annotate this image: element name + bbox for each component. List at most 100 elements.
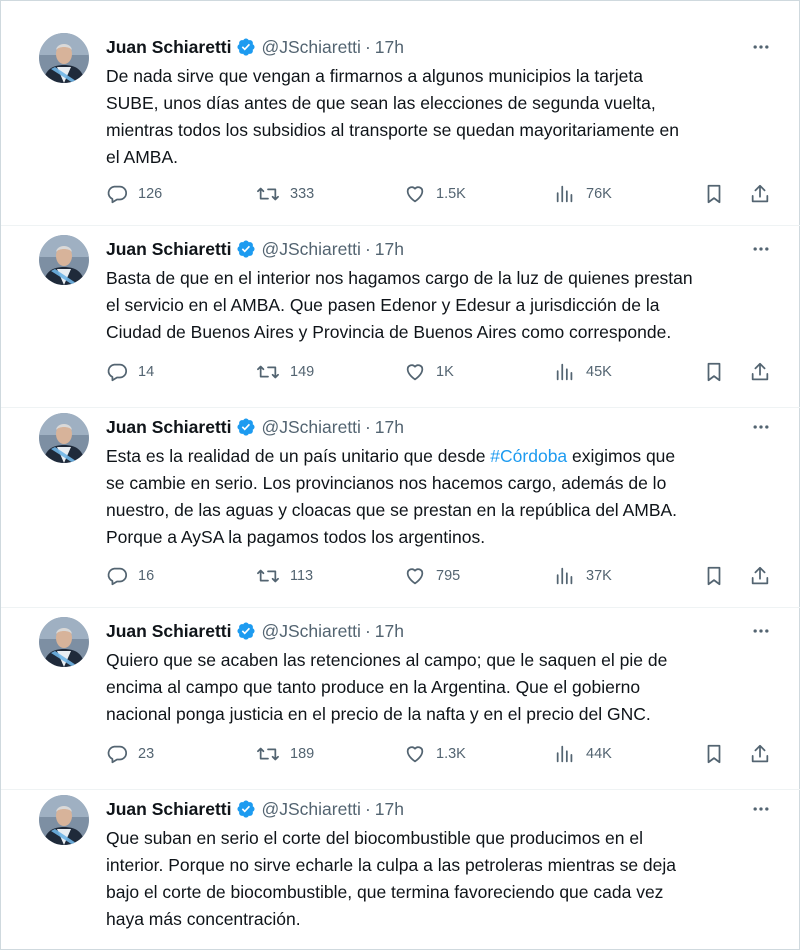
tweet[interactable]: Juan Schiaretti @JSchiaretti · 17h Basta… [1,227,800,408]
action-bar: 14 149 1K 45K [1,357,800,387]
bookmark-icon [703,183,725,205]
avatar[interactable] [39,413,89,463]
like-icon [404,183,426,205]
more-options-icon[interactable] [749,237,773,261]
more-options-icon[interactable] [749,415,773,439]
views-button[interactable]: 37K [554,561,612,591]
separator-dot: · [364,798,371,819]
like-count: 795 [436,568,461,584]
text-line: el AMBA. [106,147,178,167]
separator-dot: · [364,36,371,57]
timestamp[interactable]: 17h [375,239,404,260]
author-handle[interactable]: @JSchiaretti [261,37,360,58]
timestamp[interactable]: 17h [375,37,404,58]
like-button[interactable]: 1.3K [404,739,466,769]
avatar[interactable] [39,795,89,845]
like-button[interactable]: 1.5K [404,179,466,209]
bookmark-button[interactable] [703,561,725,591]
reply-count: 14 [138,364,155,380]
text-line: Quiero que se acaben las retenciones al … [106,650,668,670]
bookmark-icon [703,565,725,587]
avatar[interactable] [39,235,89,285]
like-button[interactable]: 1K [404,357,454,387]
retweet-button[interactable]: 189 [256,739,314,769]
more-options-icon[interactable] [749,35,773,59]
views-button[interactable]: 44K [554,739,612,769]
bookmark-button[interactable] [703,179,725,209]
reply-icon [106,361,128,383]
retweet-count: 333 [290,186,315,202]
like-icon [404,565,426,587]
author-name[interactable]: Juan Schiaretti [106,799,231,820]
author-handle[interactable]: @JSchiaretti [261,621,360,642]
author-handle[interactable]: @JSchiaretti [261,417,360,438]
views-count: 76K [586,186,612,202]
text-line: SUBE, unos días antes de que sean las el… [106,93,656,113]
author-name[interactable]: Juan Schiaretti [106,37,231,58]
retweet-button[interactable]: 149 [256,357,314,387]
separator-dot: · [364,238,371,259]
timestamp[interactable]: 17h [375,621,404,642]
author-handle[interactable]: @JSchiaretti [261,239,360,260]
timeline: Juan Schiaretti @JSchiaretti · 17h De na… [0,0,800,950]
separator-dot: · [364,620,371,641]
reply-button[interactable]: 126 [106,179,162,209]
author-name[interactable]: Juan Schiaretti [106,417,231,438]
bookmark-icon [703,361,725,383]
timestamp[interactable]: 17h [375,799,404,820]
avatar[interactable] [39,617,89,667]
like-icon [404,361,426,383]
views-icon [554,743,576,765]
tweet[interactable]: Juan Schiaretti @JSchiaretti · 17h Esta … [1,405,800,608]
bookmark-button[interactable] [703,739,725,769]
separator-dot: · [364,416,371,437]
bookmark-button[interactable] [703,357,725,387]
avatar[interactable] [39,33,89,83]
more-options-icon[interactable] [749,619,773,643]
text-line: mientras todos los subsidios al transpor… [106,120,679,140]
share-button[interactable] [749,179,771,209]
tweet-text: Que suban en serio el corte del biocombu… [106,825,776,933]
tweet-text: Quiero que se acaben las retenciones al … [106,647,776,728]
like-button[interactable]: 795 [404,561,460,591]
retweet-count: 189 [290,746,315,762]
reply-count: 16 [138,568,155,584]
text-line: nuestro, de las aguas y cloacas que se p… [106,500,678,520]
views-icon [554,183,576,205]
author-handle[interactable]: @JSchiaretti [261,799,360,820]
text-line: Que suban en serio el corte del biocombu… [106,828,643,848]
verified-badge-icon [236,239,256,259]
tweet[interactable]: Juan Schiaretti @JSchiaretti · 17h Que s… [1,787,800,949]
retweet-button[interactable]: 113 [256,561,313,591]
text-line: se cambie en serio. Los provincianos nos… [106,473,667,493]
author-name[interactable]: Juan Schiaretti [106,621,231,642]
views-button[interactable]: 76K [554,179,612,209]
text-line: Porque a AySA la pagamos todos los argen… [106,527,486,547]
share-icon [749,361,771,383]
text-line: Ciudad de Buenos Aires y Provincia de Bu… [106,322,672,342]
tweet[interactable]: Juan Schiaretti @JSchiaretti · 17h De na… [1,25,800,226]
text-line: De nada sirve que vengan a firmarnos a a… [106,66,643,86]
reply-count: 23 [138,746,155,762]
tweet[interactable]: Juan Schiaretti @JSchiaretti · 17h Quier… [1,609,800,790]
share-button[interactable] [749,561,771,591]
author-name[interactable]: Juan Schiaretti [106,239,231,260]
tweet-header: Juan Schiaretti @JSchiaretti · 17h [106,415,404,439]
reply-button[interactable]: 16 [106,561,154,591]
more-options-icon[interactable] [749,797,773,821]
share-button[interactable] [749,739,771,769]
timestamp[interactable]: 17h [375,417,404,438]
like-count: 1K [436,364,454,380]
reply-button[interactable]: 14 [106,357,154,387]
action-bar: 16 113 795 37K [1,561,800,591]
retweet-icon [256,565,280,587]
share-button[interactable] [749,357,771,387]
retweet-button[interactable]: 333 [256,179,314,209]
text-line: bajo el corte de biocombustible, que ter… [106,882,664,902]
action-bar: 126 333 1.5K 76K [1,179,800,209]
views-button[interactable]: 45K [554,357,612,387]
reply-button[interactable]: 23 [106,739,154,769]
retweet-count: 149 [290,364,315,380]
hashtag-link[interactable]: #Córdoba [490,446,567,466]
views-count: 44K [586,746,612,762]
